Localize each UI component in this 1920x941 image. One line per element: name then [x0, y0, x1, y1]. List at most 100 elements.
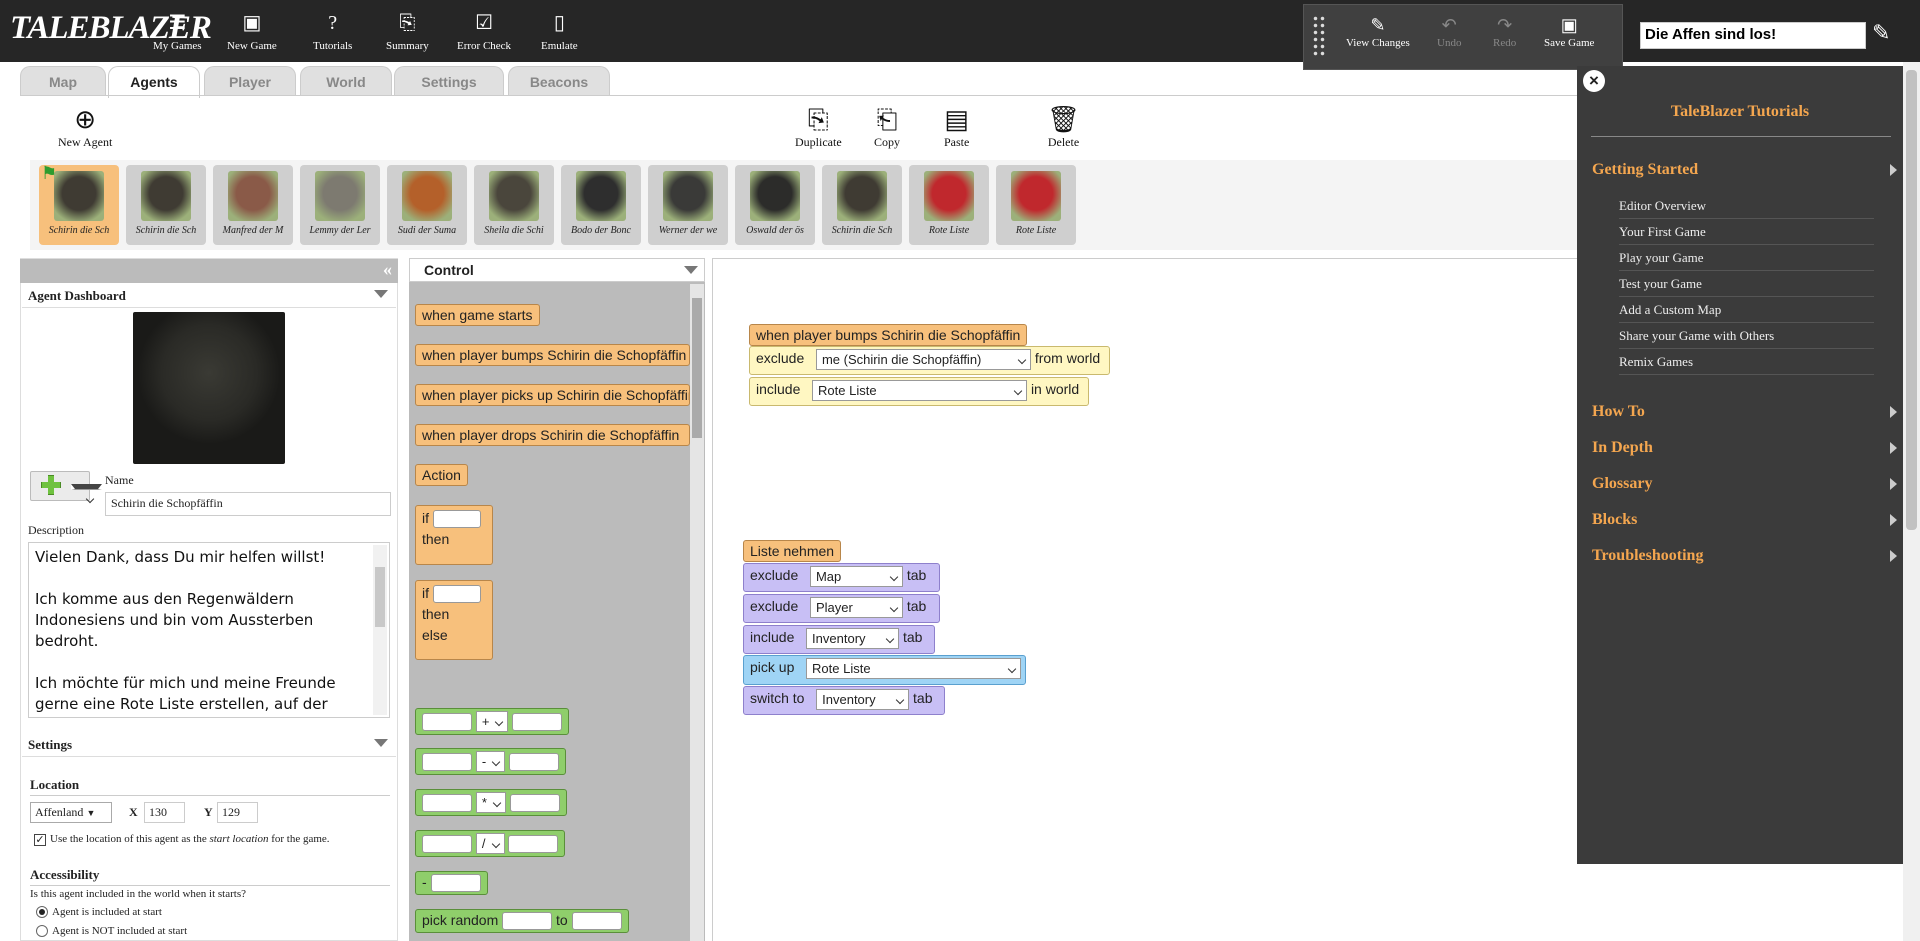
- tutorials-button[interactable]: ? Tutorials: [313, 12, 352, 52]
- start-location-checkbox[interactable]: ✓: [34, 834, 46, 846]
- block-when-bumps[interactable]: when player bumps Schirin die Schopfäffi…: [415, 344, 690, 366]
- close-icon[interactable]: ×: [1583, 70, 1605, 92]
- block-subtract[interactable]: -: [415, 748, 567, 775]
- block-if-then[interactable]: if then: [415, 505, 493, 565]
- paste-button[interactable]: ▤ Paste: [944, 105, 969, 150]
- operand-slot[interactable]: [430, 874, 481, 893]
- summary-button[interactable]: ⎘ Summary: [386, 12, 429, 52]
- operand-slot[interactable]: [502, 912, 553, 931]
- tab-settings[interactable]: Settings: [394, 66, 504, 96]
- tab-world[interactable]: World: [300, 66, 392, 96]
- operator-select[interactable]: *: [475, 792, 506, 813]
- agent-tile[interactable]: Schirin die Sch: [822, 165, 902, 245]
- map-tab-select[interactable]: Map: [809, 566, 903, 587]
- operand-slot[interactable]: [422, 752, 472, 771]
- exclude-player-tab-block[interactable]: exclude Player tab: [743, 594, 940, 623]
- agent-tile[interactable]: Rote Liste: [909, 165, 989, 245]
- include-agent-select[interactable]: Rote Liste: [812, 380, 1028, 401]
- agent-tile[interactable]: Rote Liste: [996, 165, 1076, 245]
- description-textarea[interactable]: Vielen Dank, dass Du mir helfen willst! …: [28, 542, 390, 718]
- operand-slot[interactable]: [422, 712, 472, 731]
- operand-slot[interactable]: [571, 912, 622, 931]
- y-input[interactable]: 129: [217, 802, 258, 823]
- included-radio[interactable]: [36, 906, 48, 918]
- operator-select[interactable]: -: [475, 751, 506, 772]
- duplicate-button[interactable]: ⎘ Duplicate: [795, 105, 842, 150]
- include-in-world-block[interactable]: include Rote Liste in world: [749, 377, 1089, 406]
- emulate-button[interactable]: ▯ Emulate: [541, 12, 578, 52]
- tutorial-item[interactable]: Editor Overview: [1619, 198, 1874, 219]
- agent-tile[interactable]: Bodo der Bonc: [561, 165, 641, 245]
- tutorial-item[interactable]: Share your Game with Others: [1619, 328, 1874, 349]
- my-games-button[interactable]: ☰ My Games: [153, 12, 202, 52]
- switch-tab-block[interactable]: switch to Inventory tab: [743, 686, 945, 715]
- category-select[interactable]: Control: [409, 258, 705, 282]
- tab-agents[interactable]: Agents: [108, 66, 200, 98]
- block-negate[interactable]: -: [415, 871, 488, 896]
- tutorial-item[interactable]: Add a Custom Map: [1619, 302, 1874, 323]
- operand-slot[interactable]: [508, 834, 559, 853]
- tutorial-item[interactable]: Play your Game: [1619, 250, 1874, 271]
- section-glossary[interactable]: Glossary: [1592, 475, 1897, 493]
- copy-button[interactable]: ⎗ Copy: [874, 105, 900, 150]
- pencil-icon[interactable]: ✎: [1872, 20, 1890, 46]
- agent-dashboard-header[interactable]: Agent Dashboard: [22, 284, 396, 308]
- switch-tab-select[interactable]: Inventory: [816, 689, 910, 710]
- operand-slot[interactable]: [422, 793, 472, 812]
- condition-slot[interactable]: [432, 585, 481, 604]
- settings-header[interactable]: Settings: [22, 733, 396, 757]
- view-changes-button[interactable]: ✎ View Changes: [1346, 15, 1410, 49]
- agent-tile[interactable]: Lemmy der Ler: [300, 165, 380, 245]
- exclude-agent-select[interactable]: me (Schirin die Schopfäffin): [815, 349, 1031, 370]
- tab-player[interactable]: Player: [204, 66, 296, 96]
- operand-slot[interactable]: [509, 752, 560, 771]
- include-inventory-tab-block[interactable]: include Inventory tab: [743, 625, 935, 654]
- tutorial-item[interactable]: Test your Game: [1619, 276, 1874, 297]
- agent-tile[interactable]: Manfred der M: [213, 165, 293, 245]
- condition-slot[interactable]: [432, 510, 481, 529]
- tutorial-item[interactable]: Remix Games: [1619, 354, 1874, 375]
- section-troubleshooting[interactable]: Troubleshooting: [1592, 547, 1897, 565]
- operand-slot[interactable]: [509, 793, 560, 812]
- tab-beacons[interactable]: Beacons: [508, 66, 610, 96]
- block-action[interactable]: Action: [415, 464, 468, 486]
- agent-tile[interactable]: Schirin die Sch ⚑: [39, 163, 119, 245]
- block-multiply[interactable]: *: [415, 789, 567, 816]
- save-game-button[interactable]: ▣ Save Game: [1544, 15, 1594, 49]
- new-game-button[interactable]: ▣ New Game: [227, 12, 277, 52]
- block-if-then-else[interactable]: if then else: [415, 580, 493, 660]
- block-when-drops[interactable]: when player drops Schirin die Schopfäffi…: [415, 424, 690, 446]
- add-media-button[interactable]: [30, 471, 102, 501]
- agent-tile[interactable]: Sheila die Schi: [474, 165, 554, 245]
- block-when-picks-up[interactable]: when player picks up Schirin die Schopfä…: [415, 384, 690, 406]
- section-getting-started[interactable]: Getting Started: [1592, 161, 1897, 179]
- collapse-bar[interactable]: «: [20, 259, 398, 283]
- game-name-field[interactable]: Die Affen sind los!: [1640, 22, 1866, 49]
- region-select[interactable]: Affenland ▼: [30, 802, 112, 823]
- tutorial-item[interactable]: Your First Game: [1619, 224, 1874, 245]
- operator-select[interactable]: +: [475, 711, 509, 732]
- block-divide[interactable]: /: [415, 830, 566, 857]
- agent-tile[interactable]: Sudi der Suma: [387, 165, 467, 245]
- error-check-button[interactable]: ☑ Error Check: [457, 12, 511, 52]
- collapse-icon[interactable]: «: [383, 259, 392, 280]
- palette-scrollbar[interactable]: [690, 284, 704, 941]
- drag-handle[interactable]: [1312, 15, 1326, 57]
- block-when-game-starts[interactable]: when game starts: [415, 304, 540, 326]
- event-block-when-bumps[interactable]: when player bumps Schirin die Schopfäffi…: [749, 324, 1028, 346]
- not-included-radio[interactable]: [36, 925, 48, 937]
- exclude-from-world-block[interactable]: exclude me (Schirin die Schopfäffin) fro…: [749, 346, 1110, 375]
- operand-slot[interactable]: [512, 712, 563, 731]
- action-block-liste-nehmen[interactable]: Liste nehmen: [743, 540, 842, 562]
- agent-tile[interactable]: Werner der we: [648, 165, 728, 245]
- pick-up-block[interactable]: pick up Rote Liste: [743, 655, 1026, 685]
- agent-tile[interactable]: Oswald der ös: [735, 165, 815, 245]
- delete-button[interactable]: 🗑 Delete: [1047, 105, 1080, 150]
- x-input[interactable]: 130: [144, 802, 185, 823]
- tab-map[interactable]: Map: [20, 66, 106, 96]
- block-add[interactable]: +: [415, 708, 570, 735]
- pick-up-select[interactable]: Rote Liste: [806, 658, 1022, 679]
- exclude-map-tab-block[interactable]: exclude Map tab: [743, 563, 940, 592]
- undo-button[interactable]: ↶ Undo: [1437, 15, 1461, 49]
- section-how-to[interactable]: How To: [1592, 403, 1897, 421]
